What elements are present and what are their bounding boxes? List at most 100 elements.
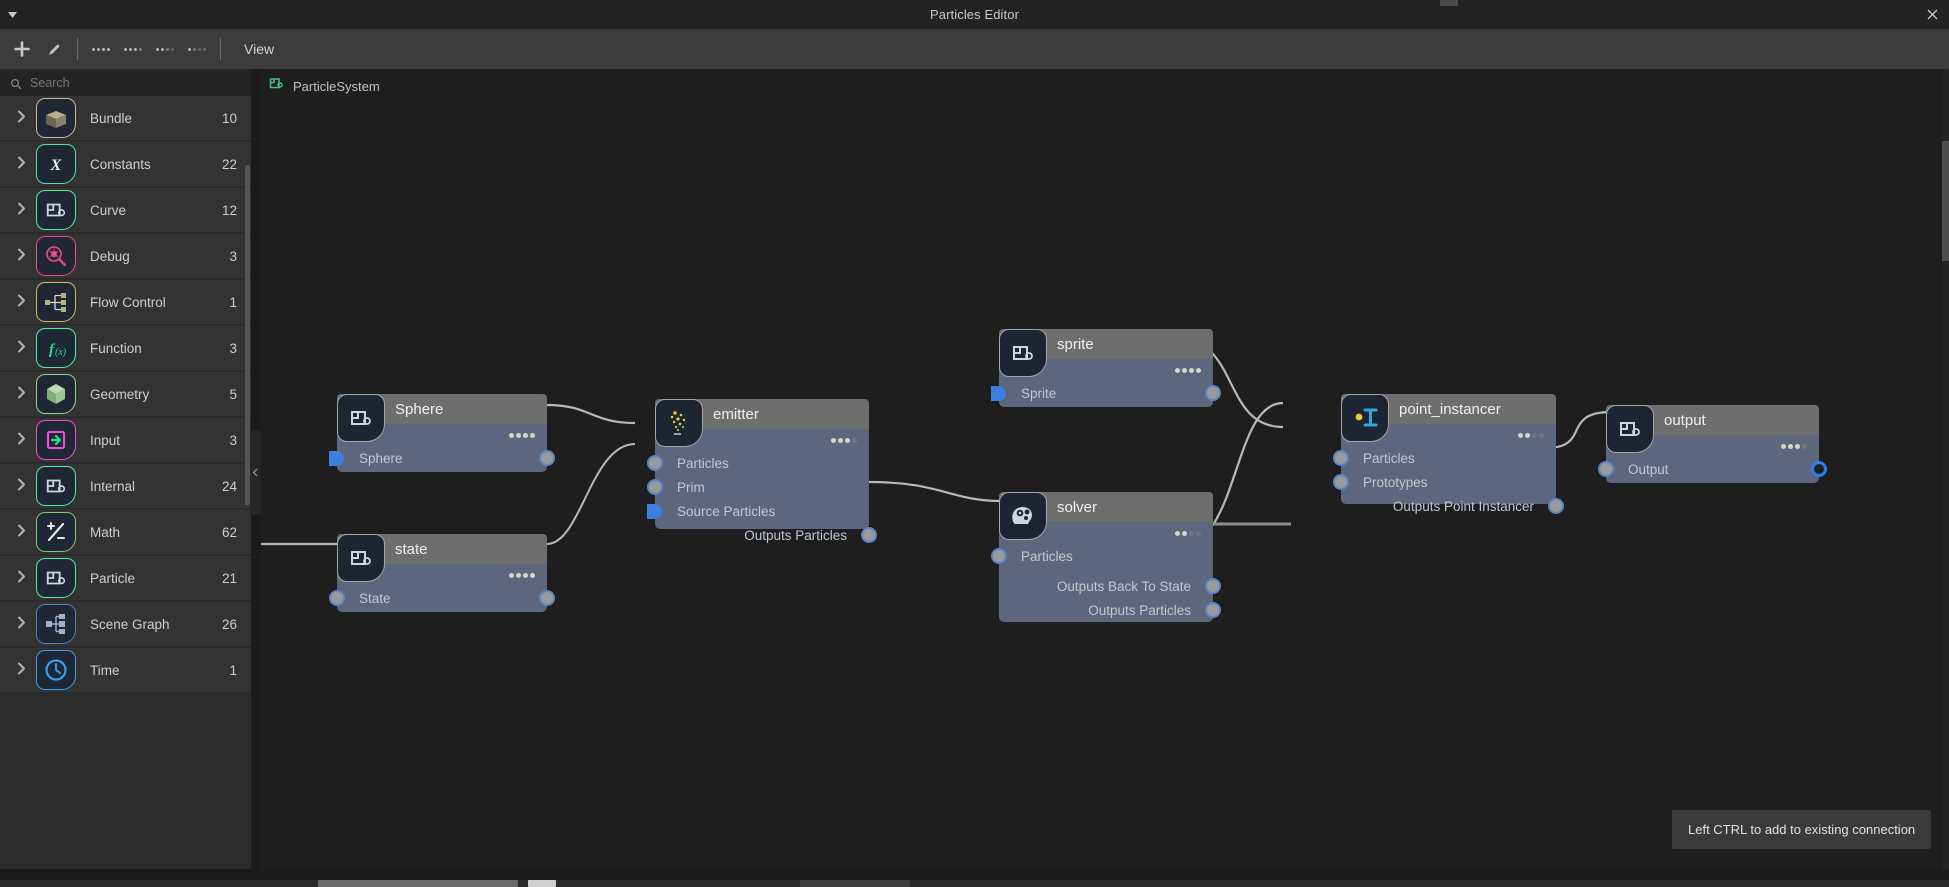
port-row[interactable]: Sphere (329, 446, 555, 470)
sidebar-item-function[interactable]: f (x) Function 3 (0, 326, 251, 370)
node-state[interactable]: state State (329, 534, 555, 612)
sidebar-item-curve[interactable]: Curve 12 (0, 188, 251, 232)
math-ops-icon (36, 512, 76, 552)
node-status-badge (1518, 433, 1544, 438)
canvas-vertical-scrollbar[interactable] (1942, 69, 1949, 869)
chevron-right-icon[interactable] (10, 156, 32, 172)
sidebar-item-math[interactable]: Math 62 (0, 510, 251, 554)
node-solver[interactable]: solver Particles Outputs Back To State O… (991, 492, 1221, 622)
chevron-right-icon[interactable] (10, 340, 32, 356)
port-row[interactable]: Particles (991, 544, 1213, 568)
graph-canvas[interactable]: ParticleSystem Sphere Sphere state State… (261, 69, 1949, 869)
canvas-horizontal-scrollbar-thumb[interactable] (318, 880, 518, 887)
canvas-horizontal-scrollbar-extra[interactable] (800, 880, 910, 887)
sidebar-item-input[interactable]: Input 3 (0, 418, 251, 462)
input-pin[interactable] (329, 590, 345, 606)
output-pin[interactable] (1205, 602, 1221, 618)
node-point-instancer[interactable]: point_instancer Particles Prototypes Out… (1333, 394, 1564, 514)
port-row[interactable]: Outputs Particles (655, 523, 877, 547)
chevron-right-icon[interactable] (10, 294, 32, 310)
sidebar-item-bundle[interactable]: Bundle 10 (0, 96, 251, 140)
sidebar-item-debug[interactable]: Debug 3 (0, 234, 251, 278)
node-status-badge (1175, 368, 1201, 373)
close-icon[interactable] (1926, 0, 1939, 29)
sidebar-item-internal[interactable]: Internal 24 (0, 464, 251, 508)
port-label: Source Particles (677, 503, 776, 519)
input-pin[interactable] (1333, 474, 1349, 490)
port-row[interactable]: Outputs Particles (999, 598, 1221, 622)
input-pin[interactable] (329, 450, 344, 466)
port-row[interactable]: Outputs Back To State (999, 574, 1221, 598)
chevron-right-icon[interactable] (10, 570, 32, 586)
sidebar-collapse-handle[interactable] (250, 430, 261, 515)
sidebar-item-count: 3 (229, 248, 237, 264)
node-title: sprite (1057, 335, 1094, 353)
sidebar-item-particle[interactable]: Particle 21 (0, 556, 251, 600)
port-row[interactable]: Prototypes (1333, 470, 1556, 494)
node-sphere[interactable]: Sphere Sphere (329, 394, 555, 472)
search-icon (10, 77, 22, 89)
port-row[interactable]: Output (1598, 457, 1827, 481)
input-pin[interactable] (647, 455, 663, 471)
input-pin[interactable] (647, 503, 662, 519)
canvas-horizontal-scrollbar-track[interactable] (0, 880, 1949, 887)
chevron-right-icon[interactable] (10, 662, 32, 678)
port-row[interactable]: Particles (647, 451, 869, 475)
input-pin[interactable] (1333, 450, 1349, 466)
chevron-right-icon[interactable] (10, 202, 32, 218)
input-pin[interactable] (991, 548, 1007, 564)
output-pin[interactable] (861, 527, 877, 543)
sidebar-item-flow-control[interactable]: Flow Control 1 (0, 280, 251, 324)
port-row[interactable]: Source Particles (647, 499, 869, 523)
chevron-right-icon[interactable] (10, 110, 32, 126)
sidebar-item-scene-graph[interactable]: Scene Graph 26 (0, 602, 251, 646)
window-menu-button[interactable] (6, 0, 19, 29)
view-menu-button[interactable]: View (238, 37, 280, 61)
sidebar-item-geometry[interactable]: Geometry 5 (0, 372, 251, 416)
sidebar-item-count: 1 (229, 662, 237, 678)
node-status-badge (1781, 444, 1807, 449)
output-pin[interactable] (1205, 578, 1221, 594)
plus-icon[interactable] (6, 33, 38, 65)
pencil-icon[interactable] (38, 33, 70, 65)
node-output[interactable]: output Output (1598, 405, 1827, 483)
output-pin[interactable] (1811, 461, 1827, 477)
dots-four-c-icon[interactable] (149, 33, 181, 65)
input-pin[interactable] (991, 385, 1006, 401)
emitter-sparkles-icon (655, 399, 703, 447)
sidebar-item-label: Curve (90, 202, 127, 218)
port-row[interactable]: Particles (1333, 446, 1556, 470)
input-pin[interactable] (647, 479, 663, 495)
chevron-right-icon[interactable] (10, 386, 32, 402)
output-pin[interactable] (1205, 385, 1221, 401)
chevron-right-icon[interactable] (10, 616, 32, 632)
chevron-right-icon[interactable] (10, 432, 32, 448)
chevron-right-icon[interactable] (10, 524, 32, 540)
sidebar-item-count: 62 (221, 524, 237, 540)
chevron-right-icon[interactable] (10, 248, 32, 264)
sidebar-item-count: 12 (221, 202, 237, 218)
output-pin[interactable] (1548, 498, 1564, 514)
chevron-right-icon[interactable] (10, 478, 32, 494)
sidebar-item-constants[interactable]: X Constants 22 (0, 142, 251, 186)
node-sprite[interactable]: sprite Sprite (991, 329, 1221, 407)
canvas-horizontal-scrollbar-handle[interactable] (528, 880, 556, 887)
node-emitter[interactable]: emitter Particles Prim Source Particles … (647, 399, 877, 543)
output-pin[interactable] (539, 450, 555, 466)
port-row[interactable]: Prim (647, 475, 869, 499)
dots-four-b-icon[interactable] (117, 33, 149, 65)
port-row[interactable]: Outputs Point Instancer (1341, 494, 1564, 518)
port-row[interactable]: Sprite (991, 381, 1221, 405)
port-row[interactable]: State (329, 586, 555, 610)
scene-graph-icon (36, 604, 76, 644)
input-pin[interactable] (1598, 461, 1614, 477)
output-pin[interactable] (539, 590, 555, 606)
dots-four-icon[interactable] (85, 33, 117, 65)
dots-four-d-icon[interactable] (181, 33, 213, 65)
breadcrumb[interactable]: ParticleSystem (269, 73, 380, 99)
sidebar-item-label: Internal (90, 478, 136, 494)
canvas-vertical-scrollbar-thumb[interactable] (1942, 141, 1949, 261)
canvas-horizontal-scrollbar[interactable] (0, 869, 1949, 887)
sidebar-item-time[interactable]: Time 1 (0, 648, 251, 692)
search-input[interactable]: Search (0, 69, 251, 96)
